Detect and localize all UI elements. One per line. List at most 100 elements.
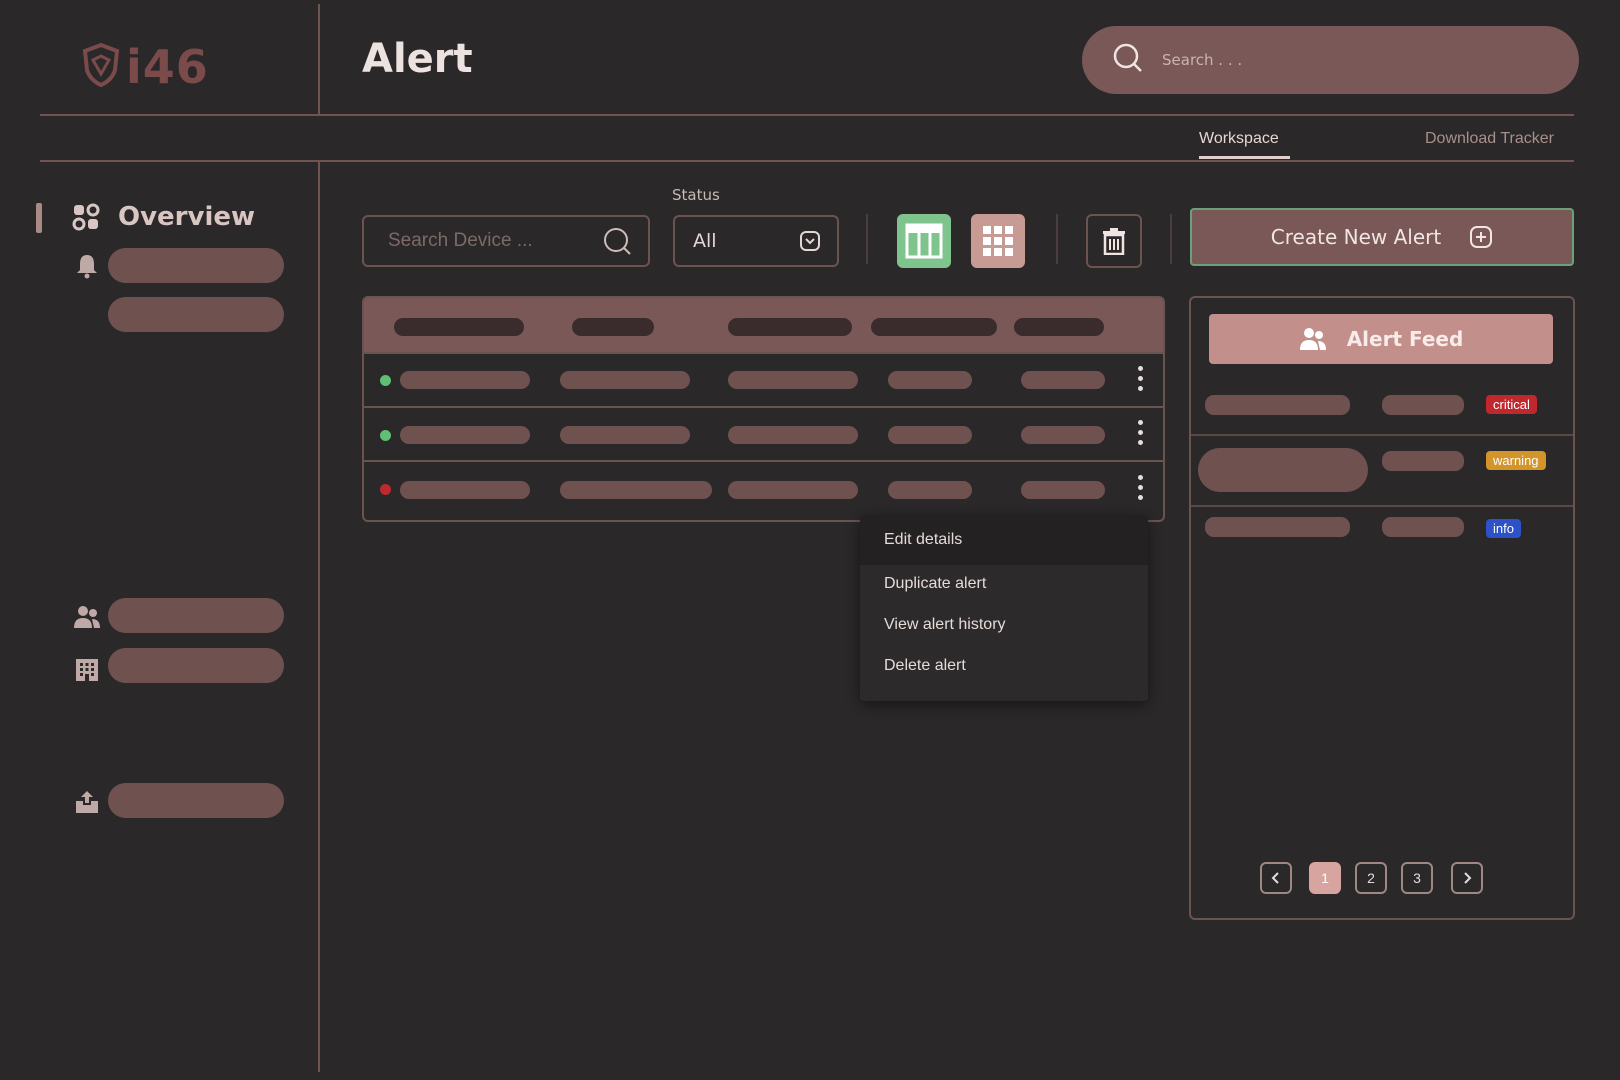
table-cell bbox=[400, 426, 530, 444]
badge-info: info bbox=[1486, 519, 1521, 538]
status-filter-value: All bbox=[693, 230, 717, 252]
table-cell bbox=[888, 481, 972, 499]
sidebar-item-overview[interactable]: Overview bbox=[72, 202, 255, 232]
chevron-right-icon bbox=[1461, 871, 1473, 885]
row-menu-button[interactable] bbox=[1138, 366, 1144, 391]
header-divider bbox=[40, 114, 1574, 116]
grid-icon bbox=[981, 224, 1015, 258]
users-icon bbox=[73, 603, 101, 631]
table-cell bbox=[888, 371, 972, 389]
menu-item-duplicate-alert[interactable]: Duplicate alert bbox=[884, 575, 986, 593]
grid-view-button[interactable] bbox=[971, 214, 1025, 268]
table-cell bbox=[728, 371, 858, 389]
sidebar-item-users[interactable] bbox=[108, 598, 284, 633]
export-icon bbox=[73, 788, 101, 816]
status-dot bbox=[380, 430, 391, 441]
table-row[interactable] bbox=[364, 406, 1163, 460]
row-context-menu: Edit details Duplicate alert View alert … bbox=[860, 515, 1148, 701]
table-header bbox=[364, 298, 1163, 352]
users-icon bbox=[1299, 326, 1327, 352]
table-cell bbox=[560, 481, 712, 499]
feed-divider bbox=[1191, 505, 1573, 507]
column-header bbox=[728, 318, 852, 336]
toolbar-separator bbox=[1056, 214, 1058, 264]
column-header bbox=[572, 318, 654, 336]
table-icon bbox=[905, 223, 943, 259]
sidebar-item-organization[interactable] bbox=[108, 648, 284, 683]
feed-item-text bbox=[1382, 395, 1464, 415]
feed-item-text bbox=[1382, 517, 1464, 537]
logo: i46 bbox=[82, 40, 209, 94]
sidebar-item-export[interactable] bbox=[108, 783, 284, 818]
toolbar-separator bbox=[866, 214, 868, 264]
delete-button[interactable] bbox=[1086, 214, 1142, 268]
pagination-next[interactable] bbox=[1451, 862, 1483, 894]
create-alert-button[interactable]: Create New Alert bbox=[1190, 208, 1574, 266]
alert-feed-title: Alert Feed bbox=[1346, 327, 1464, 351]
table-cell bbox=[560, 426, 690, 444]
create-alert-label: Create New Alert bbox=[1270, 225, 1442, 249]
plus-icon bbox=[1469, 225, 1493, 249]
table-row[interactable] bbox=[364, 352, 1163, 406]
column-header bbox=[1014, 318, 1104, 336]
feed-item-text bbox=[1198, 448, 1368, 492]
table-view-button[interactable] bbox=[897, 214, 951, 268]
feed-item-text bbox=[1382, 451, 1464, 471]
menu-item-view-alert-history[interactable]: View alert history bbox=[884, 616, 1006, 634]
table-cell bbox=[728, 426, 858, 444]
global-search-placeholder: Search . . . bbox=[1162, 51, 1243, 69]
table-cell bbox=[888, 426, 972, 444]
row-menu-button[interactable] bbox=[1138, 420, 1144, 445]
pagination-page-1[interactable]: 1 bbox=[1309, 862, 1341, 894]
sidebar-item-alerts[interactable] bbox=[108, 248, 284, 283]
status-dot bbox=[380, 484, 391, 495]
badge-warning: warning bbox=[1486, 451, 1546, 470]
status-dot bbox=[380, 375, 391, 386]
table-cell bbox=[728, 481, 858, 499]
column-header bbox=[871, 318, 997, 336]
global-search[interactable]: Search . . . bbox=[1082, 26, 1579, 94]
alerts-table bbox=[362, 296, 1165, 522]
bell-icon bbox=[73, 252, 101, 280]
sidebar-active-marker bbox=[36, 203, 42, 233]
tab-workspace[interactable]: Workspace bbox=[1199, 130, 1279, 148]
tabs-divider bbox=[40, 160, 1574, 162]
sidebar-overview-label: Overview bbox=[118, 202, 256, 232]
trash-icon bbox=[1101, 227, 1127, 255]
feed-item-text bbox=[1205, 395, 1350, 415]
sidebar-divider-top bbox=[318, 4, 320, 114]
search-icon bbox=[1112, 42, 1144, 78]
table-row[interactable] bbox=[364, 460, 1163, 514]
menu-item-edit-details[interactable]: Edit details bbox=[884, 531, 962, 549]
table-cell bbox=[1021, 481, 1105, 499]
table-cell bbox=[560, 371, 690, 389]
feed-divider bbox=[1191, 434, 1573, 436]
device-search-placeholder: Search Device ... bbox=[388, 230, 533, 251]
pagination-page-3[interactable]: 3 bbox=[1401, 862, 1433, 894]
building-icon bbox=[73, 655, 101, 683]
row-menu-button[interactable] bbox=[1138, 475, 1144, 500]
alert-feed-button[interactable]: Alert Feed bbox=[1209, 314, 1553, 364]
pagination-prev[interactable] bbox=[1260, 862, 1292, 894]
table-cell bbox=[1021, 426, 1105, 444]
table-cell bbox=[1021, 371, 1105, 389]
status-filter-select[interactable]: All bbox=[673, 215, 839, 267]
search-icon bbox=[602, 226, 632, 256]
tab-download-tracker[interactable]: Download Tracker bbox=[1425, 130, 1554, 148]
sidebar-divider bbox=[318, 160, 320, 1072]
status-filter-label: Status bbox=[672, 186, 720, 204]
device-search-input[interactable]: Search Device ... bbox=[362, 215, 650, 267]
page-title: Alert bbox=[362, 36, 473, 82]
column-header bbox=[394, 318, 524, 336]
menu-item-delete-alert[interactable]: Delete alert bbox=[884, 657, 966, 675]
pagination-page-2[interactable]: 2 bbox=[1355, 862, 1387, 894]
toolbar-separator bbox=[1170, 214, 1172, 264]
tab-active-indicator bbox=[1199, 156, 1290, 159]
sidebar-subitem[interactable] bbox=[108, 297, 284, 332]
alert-feed-panel bbox=[1189, 296, 1575, 920]
table-cell bbox=[400, 481, 530, 499]
logo-text: i46 bbox=[126, 40, 209, 94]
chevron-left-icon bbox=[1270, 871, 1282, 885]
table-cell bbox=[400, 371, 530, 389]
feed-item-text bbox=[1205, 517, 1350, 537]
